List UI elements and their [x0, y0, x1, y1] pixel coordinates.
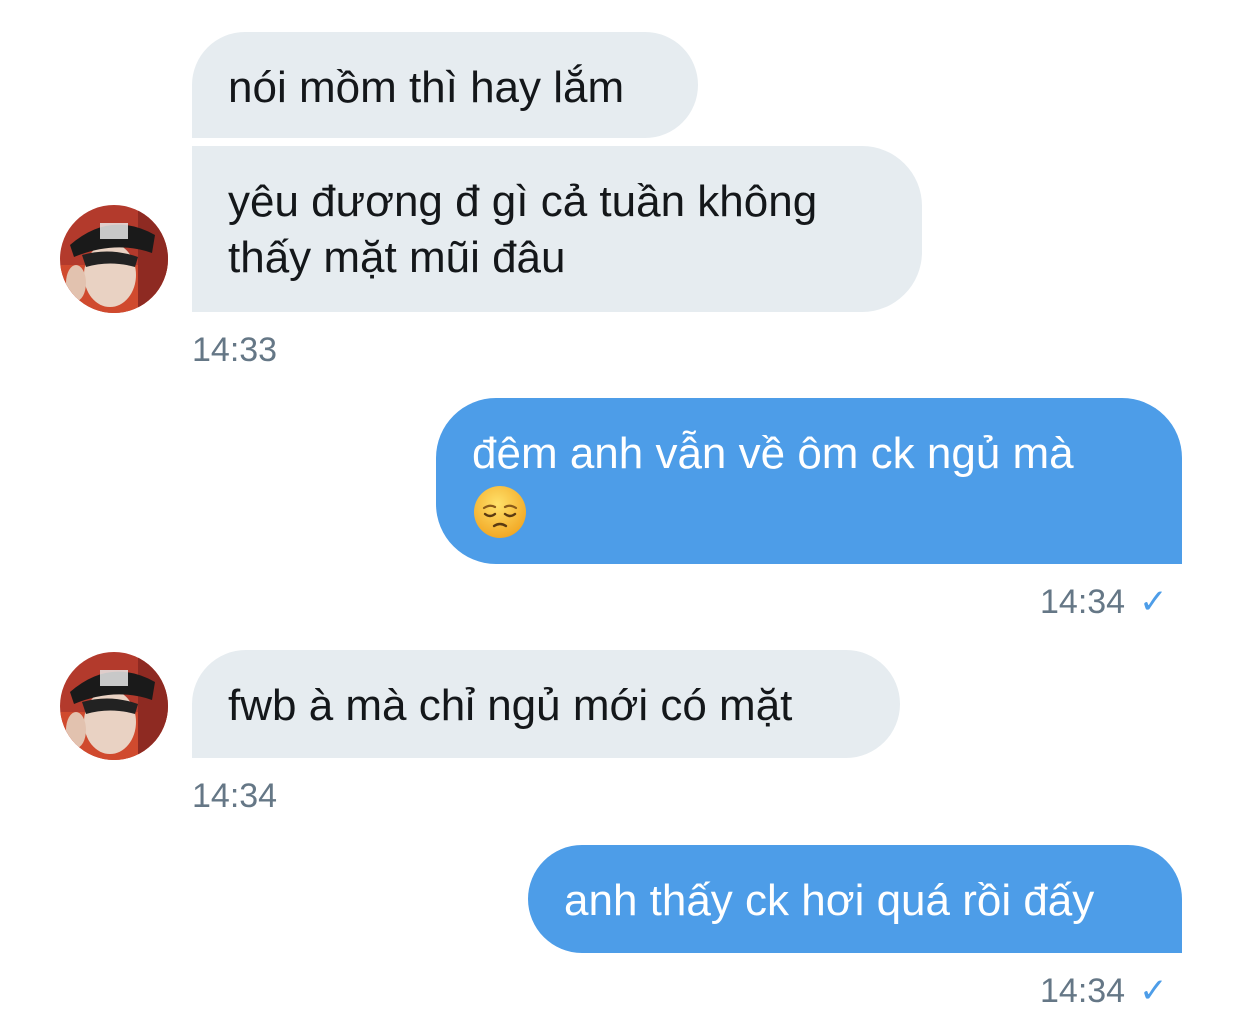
message-timestamp: 14:34 [192, 777, 278, 815]
incoming-message-bubble[interactable]: nói mồm thì hay lắm [192, 32, 698, 138]
message-text: anh thấy ck hơi quá rồi đấy [564, 876, 1095, 925]
contact-avatar[interactable] [60, 205, 168, 313]
pensive-face-icon [474, 486, 526, 539]
message-text: fwb à mà chỉ ngủ mới có mặt [228, 681, 793, 730]
message-text: nói mồm thì hay lắm [228, 63, 625, 112]
message-text: đêm anh vẫn về ôm ck ngủ mà [472, 429, 1074, 478]
read-check-icon: ✓ [1139, 583, 1168, 621]
message-timestamp: 14:34 ✓ [1040, 583, 1168, 621]
contact-avatar[interactable] [60, 652, 168, 760]
incoming-message-bubble[interactable]: yêu đương đ gì cả tuần không thấy mặt mũ… [192, 146, 922, 312]
message-timestamp: 14:34 ✓ [1040, 972, 1168, 1010]
read-check-icon: ✓ [1139, 972, 1168, 1010]
avatar-photo [60, 652, 168, 760]
chat-thread: nói mồm thì hay lắm yêu đương đ gì cả tu… [0, 0, 1242, 1033]
message-text: yêu đương đ gì cả tuần không thấy mặt mũ… [228, 177, 818, 282]
message-timestamp: 14:33 [192, 331, 278, 369]
outgoing-message-bubble[interactable]: anh thấy ck hơi quá rồi đấy [528, 845, 1182, 953]
outgoing-message-bubble[interactable]: đêm anh vẫn về ôm ck ngủ mà [436, 398, 1182, 564]
incoming-message-bubble[interactable]: fwb à mà chỉ ngủ mới có mặt [192, 650, 900, 758]
avatar-photo [60, 205, 168, 313]
